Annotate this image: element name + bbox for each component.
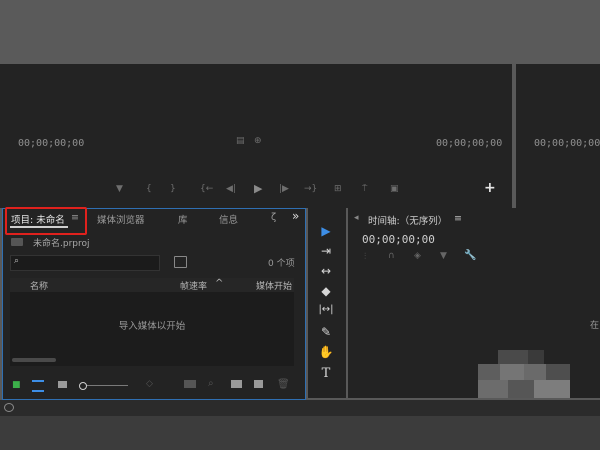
source-monitor: 00;00;00;00 00;00;00;00 ▤ ⊕ ▼ { } {← ◀| … [0,64,512,208]
horizontal-scrollbar[interactable] [12,358,56,362]
program-timecode: 00;00;00;00 [534,138,600,149]
add-button[interactable]: + [484,180,496,196]
export-frame-icon[interactable]: ▣ [390,184,399,194]
insert-icon[interactable]: ⊞ [334,184,342,194]
selection-tool-icon[interactable]: ▶ [316,224,336,238]
tab-effects[interactable]: ζ [271,212,276,223]
type-tool-icon[interactable]: T [316,366,336,381]
timeline-menu-icon[interactable]: ≡ [454,213,462,224]
zoom-slider-handle[interactable] [79,382,87,390]
clip-icon: ▤ [236,136,245,146]
new-bin-from-search-icon[interactable] [174,256,187,268]
source-timecode-left[interactable]: 00;00;00;00 [18,138,84,149]
search-input[interactable]: ⌕ [10,255,160,271]
icon-view-icon[interactable] [58,381,67,388]
timeline-timecode[interactable]: 00;00;00;00 [362,233,435,246]
track-select-tool-icon[interactable]: ⇥ [316,244,336,258]
zoom-slider[interactable] [79,382,128,390]
project-file-name: 未命名.prproj [33,239,90,249]
wrench-icon[interactable]: 🔧 [464,250,476,261]
column-header-row: 名称 帧速率 ^ 媒体开始 [10,278,294,292]
column-name[interactable]: 名称 [30,279,48,292]
mark-out-icon[interactable]: } [170,184,176,194]
sort-icon[interactable]: ^ [215,278,223,289]
status-bar [0,400,600,416]
lock-icon[interactable]: ■ [12,380,21,390]
tab-info[interactable]: 信息 [219,212,238,226]
find-icon[interactable]: ⌕ [208,378,214,389]
tab-project[interactable]: 项目: 未命名 [11,212,65,226]
snap-icon[interactable]: ⫶ [364,252,366,262]
active-tab-underline [10,226,68,228]
list-view-icon[interactable] [32,380,44,392]
source-timecode-right: 00;00;00;00 [436,138,503,149]
pixelated-blur-patch [478,350,570,398]
tab-media-browser[interactable]: 媒体浏览器 [97,212,145,226]
item-count: 0 个项 [268,259,295,269]
marker-icon[interactable]: ▼ [116,184,123,194]
ripple-edit-tool-icon[interactable]: ↔ [316,264,336,278]
marker-icon-timeline[interactable]: ▼ [440,251,447,261]
timeline-title[interactable]: 时间轴:（无序列） [368,213,447,227]
hand-tool-icon[interactable]: ✋ [316,345,336,359]
column-frame-rate[interactable]: 帧速率 [180,279,207,292]
tab-libraries[interactable]: 库 [178,212,188,226]
search-icon: ⌕ [14,256,20,266]
sort-icons-icon[interactable]: ◇ [146,379,153,389]
slip-tool-icon[interactable]: |↔| [316,304,336,315]
step-back-icon[interactable]: ◀| [226,184,236,194]
status-icon [4,403,14,412]
add-marker-icon[interactable]: ◈ [414,251,421,261]
go-to-in-icon[interactable]: {← [200,184,213,194]
timeline-collapse-icon[interactable]: ◂ [354,213,359,223]
automate-to-sequence-icon[interactable] [184,380,196,388]
pen-tool-icon[interactable]: ✎ [316,325,336,339]
linked-selection-icon[interactable]: ∩ [388,251,395,261]
project-menu-icon[interactable]: ≡ [71,212,79,223]
window-top-band [0,0,600,64]
folder-icon [11,238,23,246]
overwrite-icon[interactable]: ⍑ [362,184,367,194]
window-bottom-band [0,416,600,450]
settings-icon[interactable]: ⊕ [254,136,262,146]
new-bin-icon[interactable] [231,380,242,388]
tab-overflow-icon[interactable]: » [292,209,299,223]
project-list: 名称 帧速率 ^ 媒体开始 导入媒体以开始 [10,278,294,366]
step-forward-icon[interactable]: |▶ [279,184,289,194]
razor-tool-icon[interactable]: ◆ [316,284,336,298]
program-monitor: 00;00;00;00 [516,64,600,208]
column-media-start[interactable]: 媒体开始 [256,279,292,292]
go-to-out-icon[interactable]: →} [304,184,317,194]
play-icon[interactable]: ▶ [254,182,262,195]
new-item-icon[interactable] [254,380,263,388]
empty-message: 导入媒体以开始 [118,321,186,332]
mark-in-icon[interactable]: { [146,184,152,194]
clear-icon[interactable]: 🗑 [277,379,290,390]
timeline-edge-text: 在 [590,321,600,331]
